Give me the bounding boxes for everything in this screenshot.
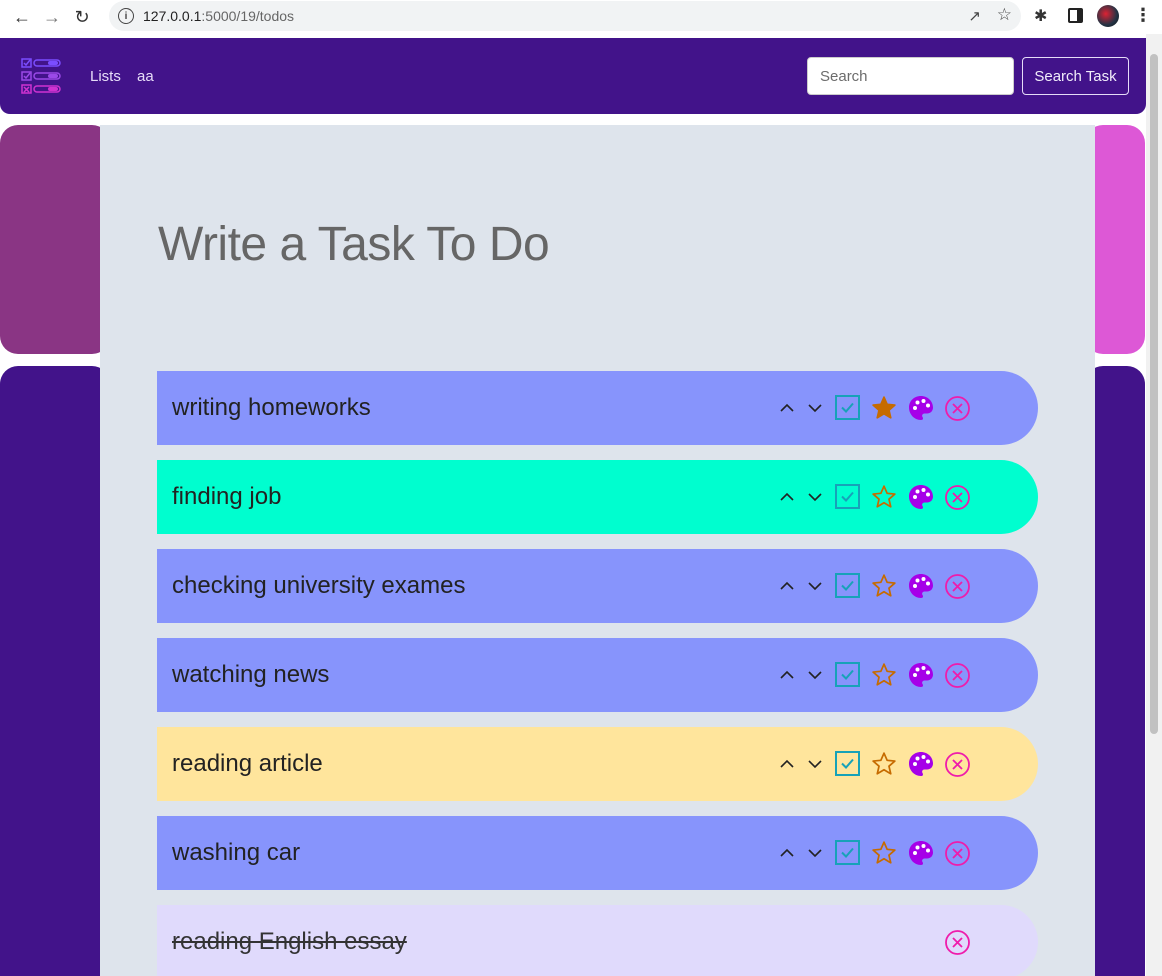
move-up-icon[interactable] — [777, 754, 797, 774]
site-info-icon[interactable]: i — [118, 8, 134, 24]
mark-done-checkbox-icon[interactable] — [835, 840, 860, 865]
star-icon[interactable] — [871, 573, 897, 599]
delete-task-icon[interactable] — [944, 751, 971, 778]
task-item[interactable]: watching news — [157, 638, 1038, 712]
address-bar[interactable]: i 127.0.0.1:5000/19/todos ↗ ☆ — [109, 1, 1021, 31]
mark-done-checkbox-icon[interactable] — [835, 484, 860, 509]
star-icon[interactable] — [871, 751, 897, 777]
star-icon[interactable] — [871, 484, 897, 510]
reload-icon[interactable]: ↻ — [67, 2, 97, 32]
move-up-icon[interactable] — [777, 843, 797, 863]
navbar: Lists aa Search Task — [0, 38, 1146, 114]
move-down-icon[interactable] — [805, 754, 825, 774]
task-item[interactable]: washing car — [157, 816, 1038, 890]
star-filled-icon[interactable] — [871, 395, 897, 421]
mark-done-checkbox-icon[interactable] — [835, 751, 860, 776]
url-path: :5000/19/todos — [201, 8, 295, 24]
task-item[interactable]: reading English essay — [157, 905, 1038, 976]
task-item[interactable]: writing homeworks — [157, 371, 1038, 445]
palette-icon[interactable] — [908, 484, 934, 510]
move-up-icon[interactable] — [777, 665, 797, 685]
task-text: reading article — [172, 750, 323, 777]
palette-icon[interactable] — [908, 573, 934, 599]
decor-panel-bottom-left — [0, 366, 110, 976]
mark-done-checkbox-icon[interactable] — [835, 395, 860, 420]
move-down-icon[interactable] — [805, 487, 825, 507]
page-title: Write a Task To Do — [158, 218, 550, 271]
task-text: watching news — [172, 661, 330, 688]
main-content: Write a Task To Do writing homeworks find… — [100, 125, 1095, 976]
search-task-button[interactable]: Search Task — [1022, 57, 1129, 95]
todo-logo-icon[interactable] — [20, 56, 62, 96]
task-item[interactable]: checking university exames — [157, 549, 1038, 623]
back-arrow-icon[interactable]: ← — [7, 2, 37, 32]
task-text: writing homeworks — [172, 394, 371, 421]
move-up-icon[interactable] — [777, 487, 797, 507]
palette-icon[interactable] — [908, 395, 934, 421]
side-panel-icon[interactable] — [1068, 8, 1083, 23]
move-down-icon[interactable] — [805, 576, 825, 596]
task-text: finding job — [172, 483, 282, 510]
share-icon[interactable]: ↗ — [968, 7, 981, 25]
page-scrollbar[interactable] — [1146, 34, 1162, 976]
extensions-icon[interactable]: ✱ — [1034, 6, 1047, 26]
mark-done-checkbox-icon[interactable] — [835, 573, 860, 598]
delete-task-icon[interactable] — [944, 840, 971, 867]
task-item[interactable]: finding job — [157, 460, 1038, 534]
delete-task-icon[interactable] — [944, 662, 971, 689]
palette-icon[interactable] — [908, 662, 934, 688]
decor-panel-top-left — [0, 125, 110, 354]
delete-task-icon[interactable] — [944, 573, 971, 600]
mark-done-checkbox-icon[interactable] — [835, 662, 860, 687]
bookmark-star-icon[interactable]: ☆ — [997, 5, 1012, 25]
delete-task-icon[interactable] — [944, 484, 971, 511]
star-icon[interactable] — [871, 840, 897, 866]
task-text: checking university exames — [172, 572, 466, 599]
page: Lists aa Search Task Write a Task To Do … — [0, 34, 1146, 976]
move-down-icon[interactable] — [805, 398, 825, 418]
browser-toolbar: ← → ↻ i 127.0.0.1:5000/19/todos ↗ ☆ ✱ ⋮ — [0, 0, 1162, 34]
move-up-icon[interactable] — [777, 576, 797, 596]
nav-link-aa[interactable]: aa — [137, 68, 154, 85]
task-text: reading English essay — [172, 928, 407, 955]
palette-icon[interactable] — [908, 751, 934, 777]
move-down-icon[interactable] — [805, 843, 825, 863]
delete-task-icon[interactable] — [944, 395, 971, 422]
delete-task-icon[interactable] — [944, 929, 971, 956]
url-host: 127.0.0.1 — [143, 8, 202, 24]
nav-link-lists[interactable]: Lists — [90, 68, 121, 85]
search-input[interactable] — [807, 57, 1014, 95]
palette-icon[interactable] — [908, 840, 934, 866]
move-down-icon[interactable] — [805, 665, 825, 685]
star-icon[interactable] — [871, 662, 897, 688]
browser-menu-icon[interactable]: ⋮ — [1134, 5, 1152, 26]
forward-arrow-icon[interactable]: → — [37, 2, 67, 32]
url-text: 127.0.0.1:5000/19/todos — [143, 8, 294, 24]
profile-avatar[interactable] — [1097, 5, 1119, 27]
scrollbar-thumb[interactable] — [1150, 54, 1158, 734]
move-up-icon[interactable] — [777, 398, 797, 418]
task-text: washing car — [172, 839, 301, 866]
task-item[interactable]: reading article — [157, 727, 1038, 801]
